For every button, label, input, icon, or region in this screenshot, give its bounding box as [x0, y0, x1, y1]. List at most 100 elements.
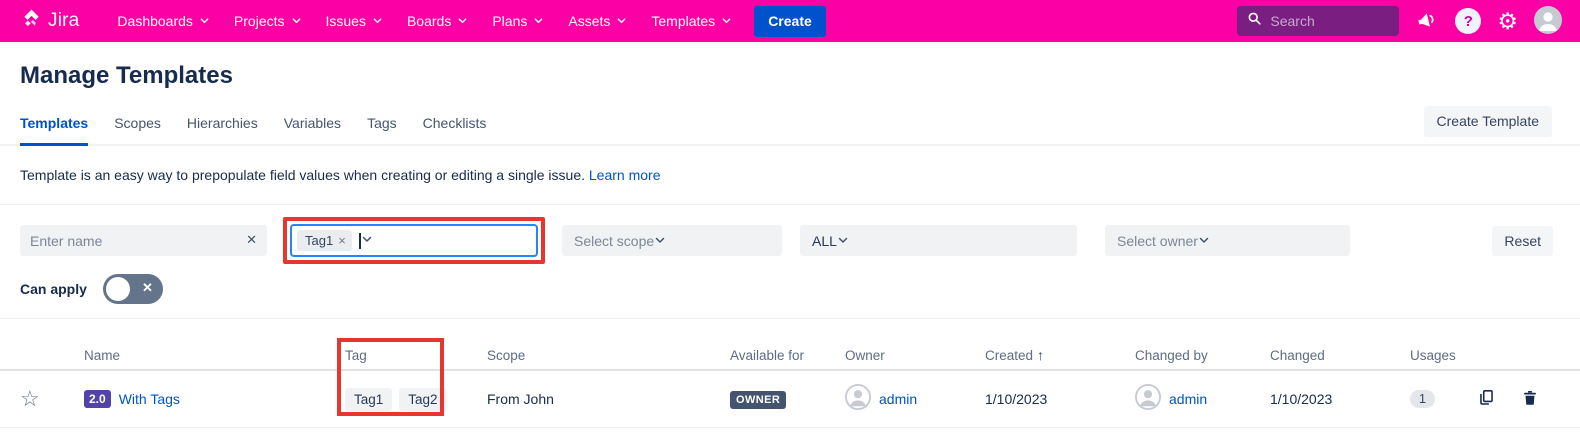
template-tags-cell: Tag1 Tag2: [345, 388, 487, 411]
menu-item-boards[interactable]: Boards: [395, 0, 480, 42]
profile-button[interactable]: [1534, 6, 1562, 37]
global-search[interactable]: [1237, 6, 1399, 36]
column-header-changed[interactable]: Changed: [1270, 348, 1410, 363]
column-header-available-for[interactable]: Available for: [730, 348, 845, 363]
megaphone-icon: [1415, 8, 1439, 35]
owner-filter-select[interactable]: Select owner: [1105, 225, 1350, 256]
menu-item-projects[interactable]: Projects: [222, 0, 314, 42]
description-row: Template is an easy way to prepopulate f…: [20, 167, 1580, 183]
sort-ascending-icon: ↑: [1037, 347, 1044, 363]
main-menu: Dashboards Projects Issues Boards Plans …: [105, 0, 744, 42]
changed-date: 1/10/2023: [1270, 391, 1410, 407]
menu-item-plans[interactable]: Plans: [480, 0, 556, 42]
chevron-down-icon: [361, 232, 373, 250]
templates-table: Name Tag Scope Available for Owner Creat…: [0, 319, 1580, 428]
type-filter-select[interactable]: ALL: [800, 225, 1077, 256]
created-header-label: Created: [985, 348, 1033, 363]
chevron-down-icon: [721, 13, 732, 29]
top-nav: Jira Dashboards Projects Issues Boards P…: [0, 0, 1580, 42]
changed-by-link[interactable]: admin: [1169, 391, 1207, 407]
chevron-down-icon: [533, 13, 544, 29]
copy-icon: [1477, 388, 1496, 410]
column-header-name[interactable]: Name: [84, 348, 345, 363]
scope-filter-placeholder: Select scope: [574, 233, 654, 249]
help-icon: ?: [1455, 8, 1481, 34]
usages-cell: 1: [1410, 390, 1475, 408]
tag-chip: Tag1: [345, 388, 392, 411]
menu-item-templates[interactable]: Templates: [639, 0, 744, 42]
avatar-icon: [845, 384, 871, 415]
tabs: Templates Scopes Hierarchies Variables T…: [20, 106, 486, 144]
help-button[interactable]: ?: [1455, 8, 1481, 34]
column-header-scope[interactable]: Scope: [487, 348, 730, 363]
can-apply-label: Can apply: [20, 281, 87, 297]
created-date: 1/10/2023: [985, 391, 1135, 407]
row-actions: [1475, 388, 1560, 410]
available-for-cell: OWNER: [730, 390, 845, 409]
avatar-icon: [1135, 384, 1161, 415]
search-input[interactable]: [1270, 13, 1380, 29]
delete-button[interactable]: [1521, 389, 1539, 410]
template-name-cell: 2.0 With Tags: [84, 390, 345, 408]
chevron-down-icon: [1198, 233, 1210, 249]
tab-variables[interactable]: Variables: [284, 115, 341, 146]
create-button[interactable]: Create: [754, 6, 826, 37]
column-header-owner[interactable]: Owner: [845, 348, 985, 363]
favorite-star-icon[interactable]: ☆: [20, 386, 40, 411]
avatar-icon: [1534, 6, 1562, 37]
column-header-usages[interactable]: Usages: [1410, 348, 1475, 363]
menu-item-assets[interactable]: Assets: [556, 0, 639, 42]
reset-button[interactable]: Reset: [1492, 226, 1553, 256]
learn-more-link[interactable]: Learn more: [589, 167, 661, 183]
selected-tag-chip: Tag1 ×: [297, 230, 352, 251]
can-apply-toggle[interactable]: ✕: [103, 274, 163, 304]
toggle-knob: [106, 277, 130, 301]
menu-item-dashboards[interactable]: Dashboards: [105, 0, 222, 42]
clear-icon[interactable]: ✕: [246, 232, 257, 248]
toggle-x-icon: ✕: [142, 280, 153, 296]
menu-item-issues[interactable]: Issues: [314, 0, 395, 42]
menu-label: Projects: [234, 13, 285, 29]
tab-hierarchies[interactable]: Hierarchies: [187, 115, 258, 146]
column-header-tag[interactable]: Tag: [345, 348, 487, 363]
copy-button[interactable]: [1477, 388, 1496, 410]
tab-checklists[interactable]: Checklists: [423, 115, 487, 146]
jira-logo[interactable]: Jira: [20, 8, 79, 35]
owner-link[interactable]: admin: [879, 391, 917, 407]
tag-chip: Tag2: [399, 388, 446, 411]
column-header-changed-by[interactable]: Changed by: [1135, 348, 1270, 363]
table-header-row: Name Tag Scope Available for Owner Creat…: [0, 341, 1580, 371]
remove-tag-icon[interactable]: ×: [338, 233, 346, 248]
chevron-down-icon: [199, 13, 210, 29]
template-name-link[interactable]: With Tags: [119, 391, 180, 407]
usages-badge: 1: [1410, 390, 1435, 408]
chevron-down-icon: [654, 233, 666, 249]
tag-chip-label: Tag1: [305, 233, 333, 248]
tag-filter-select[interactable]: Tag1 ×: [290, 224, 538, 257]
search-icon: [1247, 11, 1262, 31]
tab-tags[interactable]: Tags: [367, 115, 397, 146]
tab-scopes[interactable]: Scopes: [114, 115, 161, 146]
chevron-down-icon: [616, 13, 627, 29]
table-row: ☆ 2.0 With Tags Tag1 Tag2 From John OWNE…: [0, 371, 1580, 428]
owner-filter-placeholder: Select owner: [1117, 233, 1198, 249]
announcements-button[interactable]: [1415, 8, 1439, 35]
menu-label: Dashboards: [117, 13, 193, 29]
version-badge: 2.0: [84, 390, 111, 408]
name-filter-input[interactable]: [20, 225, 267, 256]
tab-templates[interactable]: Templates: [20, 115, 88, 146]
menu-label: Issues: [326, 13, 366, 29]
scope-filter-select[interactable]: Select scope: [562, 225, 782, 256]
create-template-button[interactable]: Create Template: [1424, 106, 1552, 137]
annotation-highlight-tag-filter: Tag1 ×: [283, 217, 545, 264]
column-header-created[interactable]: Created ↑: [985, 347, 1135, 363]
menu-label: Templates: [651, 13, 715, 29]
chevron-down-icon: [372, 13, 383, 29]
name-filter: ✕: [20, 225, 267, 256]
settings-button[interactable]: ⚙: [1497, 10, 1518, 33]
type-filter-value: ALL: [812, 233, 837, 249]
nav-right-cluster: ? ⚙: [1237, 6, 1562, 37]
owner-cell: admin: [845, 384, 985, 415]
changed-by-cell: admin: [1135, 384, 1270, 415]
jira-logo-icon: [20, 8, 42, 35]
